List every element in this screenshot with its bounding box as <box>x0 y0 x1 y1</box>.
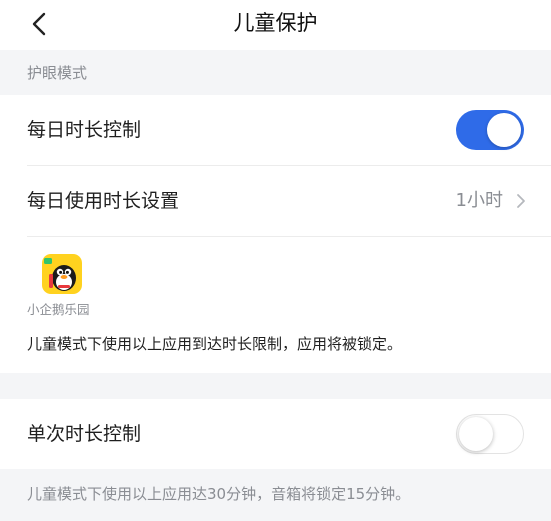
single-session-card: 单次时长控制 <box>0 399 551 469</box>
row-divider <box>27 236 551 237</box>
single-limit-toggle[interactable] <box>456 414 524 454</box>
penguin-app-icon[interactable] <box>42 254 82 294</box>
nav-header: 儿童保护 <box>0 0 551 50</box>
daily-limit-label: 每日时长控制 <box>27 119 142 141</box>
single-limit-label: 单次时长控制 <box>27 423 142 445</box>
app-name-label: 小企鹅乐园 <box>27 302 90 317</box>
page-title: 儿童保护 <box>233 11 318 35</box>
daily-limit-toggle[interactable] <box>456 110 524 150</box>
toggle-knob <box>487 113 521 147</box>
section-label-eye-protection: 护眼模式 <box>27 64 88 82</box>
daily-duration-setting-label: 每日使用时长设置 <box>27 190 180 212</box>
daily-duration-value: 1小时 <box>455 190 503 211</box>
toggle-knob <box>459 417 493 451</box>
daily-limit-row: 每日时长控制 <box>0 95 551 165</box>
single-limit-note: 儿童模式下使用以上应用达30分钟，音箱将锁定15分钟。 <box>27 485 411 503</box>
daily-limit-note: 儿童模式下使用以上应用到达时长限制，应用将被锁定。 <box>27 335 403 353</box>
chevron-right-icon <box>517 194 525 208</box>
daily-duration-setting-row[interactable]: 每日使用时长设置 1小时 <box>0 166 551 236</box>
